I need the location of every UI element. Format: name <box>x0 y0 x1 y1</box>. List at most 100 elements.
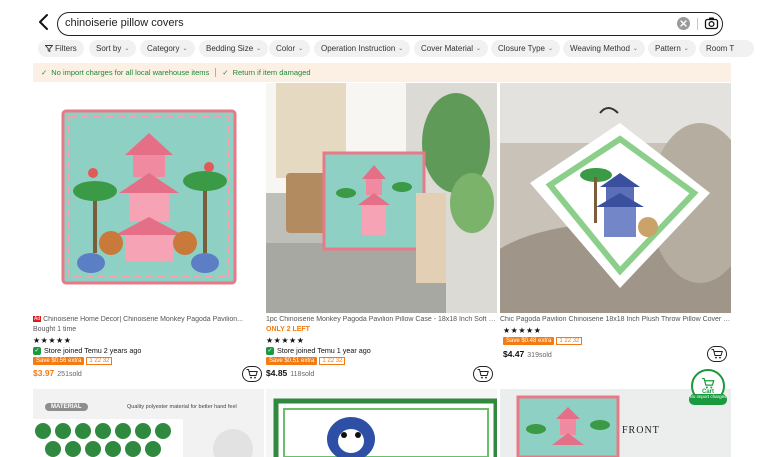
banner-item: No import charges for all local warehous… <box>51 68 210 77</box>
chevron-down-icon: ⌄ <box>548 46 554 52</box>
save-badge: Save $0.51 extra <box>266 356 318 365</box>
search-query[interactable]: chinoiserie pillow covers <box>65 17 184 29</box>
pillow-image <box>33 83 264 313</box>
product-card[interactable]: MATERIAL Quality polyester material for … <box>33 389 264 457</box>
search-divider <box>697 18 698 30</box>
filter-chip-label: Pattern <box>655 44 681 53</box>
cart-icon <box>701 377 715 388</box>
filter-chip-label: Operation Instruction <box>321 44 396 53</box>
product-title[interactable]: Ad Chinoiserie Home Decor| Chinoiserie Mo… <box>33 316 264 326</box>
check-icon: ✓ <box>266 346 274 355</box>
material-caption: Quality polyester material for better ha… <box>127 404 237 410</box>
sort-by-chip[interactable]: Sort by ⌄ <box>89 40 137 57</box>
color-chip[interactable]: Color ⌄ <box>269 40 311 57</box>
chevron-down-icon: ⌄ <box>298 46 304 52</box>
rating-stars: ★★★★★ <box>266 336 305 345</box>
chevron-down-icon: ⌄ <box>476 46 482 52</box>
price-row: $3.97 251sold <box>33 368 82 378</box>
chevron-down-icon: ⌄ <box>256 46 262 52</box>
chevron-down-icon: ⌄ <box>632 46 638 52</box>
product-title[interactable]: 1pc Chinoiserie Monkey Pagoda Pavilion P… <box>266 316 497 326</box>
countdown-timer: 1 22 32 <box>86 356 113 365</box>
countdown-timer: 1 22 32 <box>556 336 583 345</box>
stock-status: ONLY 2 LEFT <box>266 326 310 333</box>
price-row: $4.85 118sold <box>266 368 314 378</box>
price: $3.97 <box>33 368 55 378</box>
pillow-image <box>500 83 731 313</box>
purchase-status: Bought 1 time <box>33 326 77 333</box>
add-to-cart-button[interactable] <box>707 346 727 362</box>
filter-chip-label: Filters <box>55 44 77 53</box>
check-icon: ✓ <box>41 68 48 77</box>
product-image[interactable] <box>33 83 264 313</box>
save-extra: Save $0.51 extra 1 22 32 <box>266 356 346 365</box>
ad-tag: Ad <box>33 316 42 323</box>
filter-chip-label: Bedding Size <box>206 44 254 53</box>
clear-icon[interactable] <box>677 17 690 30</box>
search-input[interactable]: chinoiserie pillow covers <box>57 12 723 36</box>
store-info: ✓ Store joined Temu 2 years ago <box>33 346 141 355</box>
price: $4.85 <box>266 368 288 378</box>
chevron-down-icon: ⌄ <box>683 46 689 52</box>
camera-icon[interactable] <box>704 16 719 31</box>
filter-chip-label: Cover Material <box>421 44 474 53</box>
category-chip[interactable]: Category ⌄ <box>140 40 195 57</box>
closure-type-chip[interactable]: Closure Type ⌄ <box>491 40 561 57</box>
cart-icon <box>711 349 723 359</box>
product-title-text: Chinoiserie Home Decor| Chinoiserie Monk… <box>43 316 243 323</box>
store-info: ✓ Store joined Temu 1 year ago <box>266 346 371 355</box>
sold-count: 319sold <box>527 352 552 359</box>
filter-chip-label: Sort by <box>96 44 122 53</box>
check-icon: ✓ <box>33 346 41 355</box>
filter-icon <box>45 45 53 52</box>
store-text: Store joined Temu 2 years ago <box>44 346 142 355</box>
filters-button[interactable]: Filters <box>38 40 84 57</box>
search-header: chinoiserie pillow covers <box>0 0 768 40</box>
save-extra: Save $0.56 extra 1 22 32 <box>33 356 113 365</box>
filter-chip-label: Category <box>147 44 180 53</box>
product-card[interactable] <box>266 389 497 457</box>
filter-chip-label: Color <box>276 44 296 53</box>
price-row: $4.47 319sold <box>503 349 552 359</box>
chevron-down-icon: ⌄ <box>398 46 404 52</box>
add-to-cart-button[interactable] <box>242 366 262 382</box>
sold-count: 118sold <box>290 371 315 378</box>
product-image[interactable] <box>266 83 497 313</box>
weaving-method-chip[interactable]: Weaving Method ⌄ <box>563 40 645 57</box>
product-image <box>33 389 264 457</box>
shipping-info-banner: ✓ No import charges for all local wareho… <box>33 63 731 82</box>
material-badge: MATERIAL <box>45 403 88 411</box>
pattern-chip[interactable]: Pattern ⌄ <box>648 40 696 57</box>
cart-icon <box>246 369 258 379</box>
sold-count: 251sold <box>57 371 82 378</box>
floating-cart-button[interactable]: Cart No import charges <box>689 369 727 409</box>
save-badge: Save $0.48 extra <box>503 336 555 345</box>
check-icon: ✓ <box>222 68 229 77</box>
banner-item: Return if item damaged <box>232 68 311 77</box>
chevron-down-icon: ⌄ <box>182 46 188 52</box>
filter-chip-label: Weaving Method <box>570 44 630 53</box>
cart-icon <box>477 369 489 379</box>
countdown-timer: 1 22 32 <box>319 356 346 365</box>
operation-instruction-chip[interactable]: Operation Instruction ⌄ <box>314 40 411 57</box>
store-text: Store joined Temu 1 year ago <box>277 346 371 355</box>
price: $4.47 <box>503 349 525 359</box>
product-image <box>266 389 497 457</box>
chevron-down-icon: ⌄ <box>124 46 130 52</box>
back-icon[interactable] <box>36 13 52 31</box>
save-extra: Save $0.48 extra 1 22 32 <box>503 336 583 345</box>
add-to-cart-button[interactable] <box>473 366 493 382</box>
rating-stars: ★★★★★ <box>503 326 542 335</box>
filter-bar: Filters Sort by ⌄ Category ⌄ Bedding Size ⌄… <box>38 40 768 58</box>
pillow-image <box>266 83 497 313</box>
save-badge: Save $0.56 extra <box>33 356 85 365</box>
room-type-chip[interactable]: Room T <box>699 40 755 57</box>
front-label: FRONT <box>622 425 660 436</box>
banner-divider <box>215 68 217 77</box>
cover-material-chip[interactable]: Cover Material ⌄ <box>414 40 489 57</box>
product-title[interactable]: Chic Pagoda Pavilion Chinoiserie 18x18 I… <box>500 316 731 326</box>
product-image[interactable] <box>500 83 731 313</box>
no-import-charges-badge: No import charges <box>689 394 727 405</box>
bedding-size-chip[interactable]: Bedding Size ⌄ <box>199 40 269 57</box>
rating-stars: ★★★★★ <box>33 336 72 345</box>
